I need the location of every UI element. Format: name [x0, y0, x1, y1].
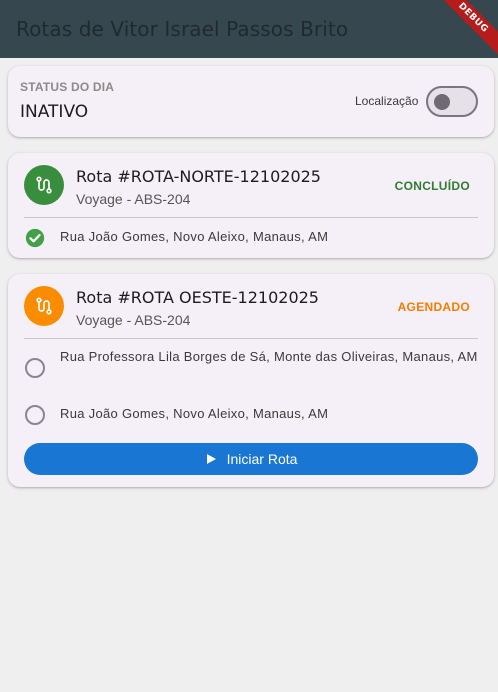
- route-vehicle: Voyage - ABS-204: [76, 312, 191, 328]
- radio-icon[interactable]: [25, 358, 45, 378]
- route-icon: [36, 176, 52, 194]
- route-vehicle: Voyage - ABS-204: [76, 191, 191, 207]
- stop-radio[interactable]: [24, 357, 46, 379]
- status-label: STATUS DO DIA: [20, 80, 115, 94]
- route-avatar: [24, 165, 64, 205]
- check-circle-icon: [24, 227, 46, 249]
- route-avatar: [24, 286, 64, 326]
- play-icon: [206, 454, 216, 464]
- toggle-knob: [434, 94, 450, 110]
- stop-address: Rua Professora Lila Borges de Sá, Monte …: [60, 349, 478, 364]
- status-value: INATIVO: [20, 102, 89, 122]
- list-item: Rua João Gomes, Novo Aleixo, Manaus, AM: [24, 227, 478, 249]
- app-bar: Rotas de Vitor Israel Passos Brito DEBUG: [0, 0, 498, 58]
- stop-radio[interactable]: [24, 404, 46, 426]
- page-title: Rotas de Vitor Israel Passos Brito: [16, 17, 349, 41]
- location-toggle[interactable]: [426, 86, 478, 117]
- divider: [24, 338, 478, 339]
- status-card: STATUS DO DIA INATIVO Localização: [8, 66, 494, 137]
- route-title: Rota #ROTA-NORTE-12102025: [76, 167, 321, 186]
- list-item: Rua João Gomes, Novo Aleixo, Manaus, AM: [24, 404, 478, 426]
- route-icon: [36, 297, 52, 315]
- stop-address: Rua João Gomes, Novo Aleixo, Manaus, AM: [60, 406, 329, 421]
- route-card-oeste[interactable]: Rota #ROTA OESTE-12102025 Voyage - ABS-2…: [8, 274, 494, 487]
- radio-icon[interactable]: [25, 405, 45, 425]
- debug-banner: DEBUG: [428, 0, 498, 58]
- stop-address: Rua João Gomes, Novo Aleixo, Manaus, AM: [60, 229, 329, 244]
- location-label: Localização: [355, 94, 419, 108]
- start-route-button[interactable]: Iniciar Rota: [24, 443, 478, 475]
- status-badge: CONCLUÍDO: [394, 179, 470, 193]
- list-item: Rua Professora Lila Borges de Sá, Monte …: [24, 347, 478, 379]
- divider: [24, 217, 478, 218]
- route-card-norte[interactable]: Rota #ROTA-NORTE-12102025 Voyage - ABS-2…: [8, 153, 494, 258]
- route-title: Rota #ROTA OESTE-12102025: [76, 288, 319, 307]
- start-route-label: Iniciar Rota: [226, 451, 298, 467]
- status-badge: AGENDADO: [397, 300, 470, 314]
